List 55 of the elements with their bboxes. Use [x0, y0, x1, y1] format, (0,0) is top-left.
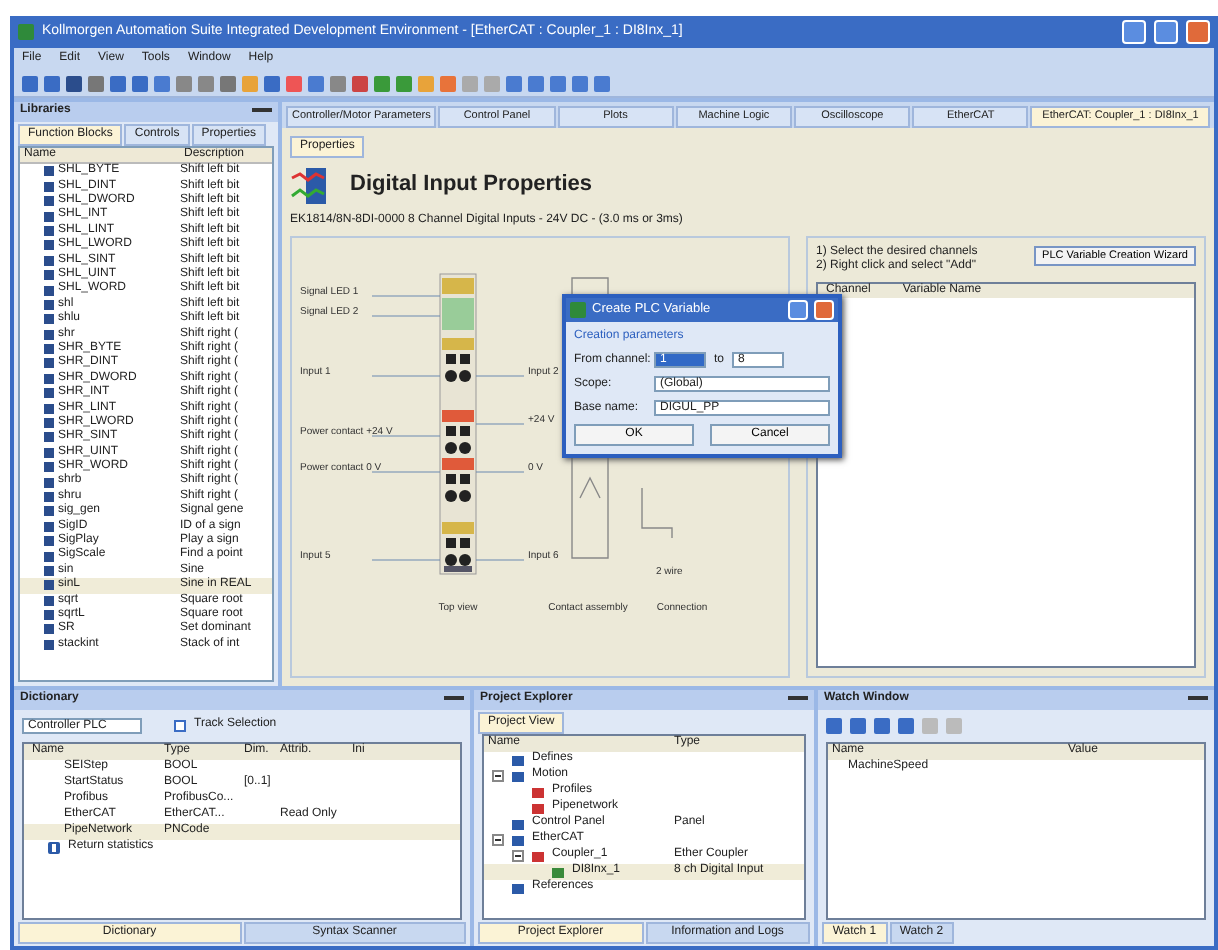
toolbar-square-icon[interactable] — [198, 75, 214, 91]
toolbar-square-icon[interactable] — [550, 75, 566, 91]
leader-line — [371, 558, 441, 561]
app-icon — [18, 24, 34, 40]
connection-drawing — [641, 486, 673, 539]
toolbar-square-icon[interactable] — [396, 75, 412, 91]
dialog-icon — [570, 302, 586, 318]
checkbox[interactable] — [174, 720, 186, 732]
toolbar-square-icon[interactable] — [264, 75, 280, 91]
close-button[interactable] — [1186, 20, 1210, 44]
leader-line — [371, 314, 441, 317]
node-icon — [512, 835, 524, 845]
leader-line — [475, 422, 525, 425]
toolbar-square-icon[interactable] — [594, 75, 610, 91]
leader-line — [475, 470, 525, 473]
leader-line — [371, 294, 441, 297]
node-icon — [552, 867, 564, 877]
leader-line — [371, 470, 441, 473]
toolbar-square-icon[interactable] — [308, 75, 324, 91]
maximize-button[interactable] — [1154, 20, 1178, 44]
toolbar-square-icon[interactable] — [132, 75, 148, 91]
node-icon — [532, 787, 544, 797]
toolbar-square-icon[interactable] — [330, 75, 346, 91]
toolbar-square-icon[interactable] — [154, 75, 170, 91]
toolbar-square-icon[interactable] — [66, 75, 82, 91]
minus-icon[interactable] — [512, 850, 524, 862]
struct-icon — [48, 842, 60, 854]
close-button[interactable] — [814, 300, 834, 320]
node-icon — [512, 755, 524, 765]
toolbar-square-icon[interactable] — [286, 75, 302, 91]
toolbar-square-icon[interactable] — [374, 75, 390, 91]
leader-line — [371, 374, 441, 377]
toolbar-square-icon[interactable] — [110, 75, 126, 91]
leader-line — [475, 558, 525, 561]
minus-icon[interactable] — [492, 770, 504, 782]
minimize-button[interactable] — [1122, 20, 1146, 44]
node-icon — [512, 771, 524, 781]
node-icon — [532, 803, 544, 813]
toolbar-square-icon[interactable] — [572, 75, 588, 91]
help-button[interactable] — [788, 300, 808, 320]
minus-icon[interactable] — [492, 834, 504, 846]
toolbar-square-icon[interactable] — [22, 75, 38, 91]
leader-line — [371, 434, 441, 437]
node-icon — [512, 819, 524, 829]
leader-line — [475, 374, 525, 377]
page-heading: Digital Input Properties — [350, 172, 593, 199]
toolbar-square-icon[interactable] — [352, 75, 368, 91]
node-icon — [512, 883, 524, 893]
node-icon — [532, 851, 544, 861]
toolbar-square-icon[interactable] — [528, 75, 544, 91]
toolbar-square-icon[interactable] — [506, 75, 522, 91]
toolbar-square-icon[interactable] — [88, 75, 104, 91]
toolbar-square-icon[interactable] — [176, 75, 192, 91]
toolbar-square-icon[interactable] — [44, 75, 60, 91]
toolbar-square-icon[interactable] — [220, 75, 236, 91]
